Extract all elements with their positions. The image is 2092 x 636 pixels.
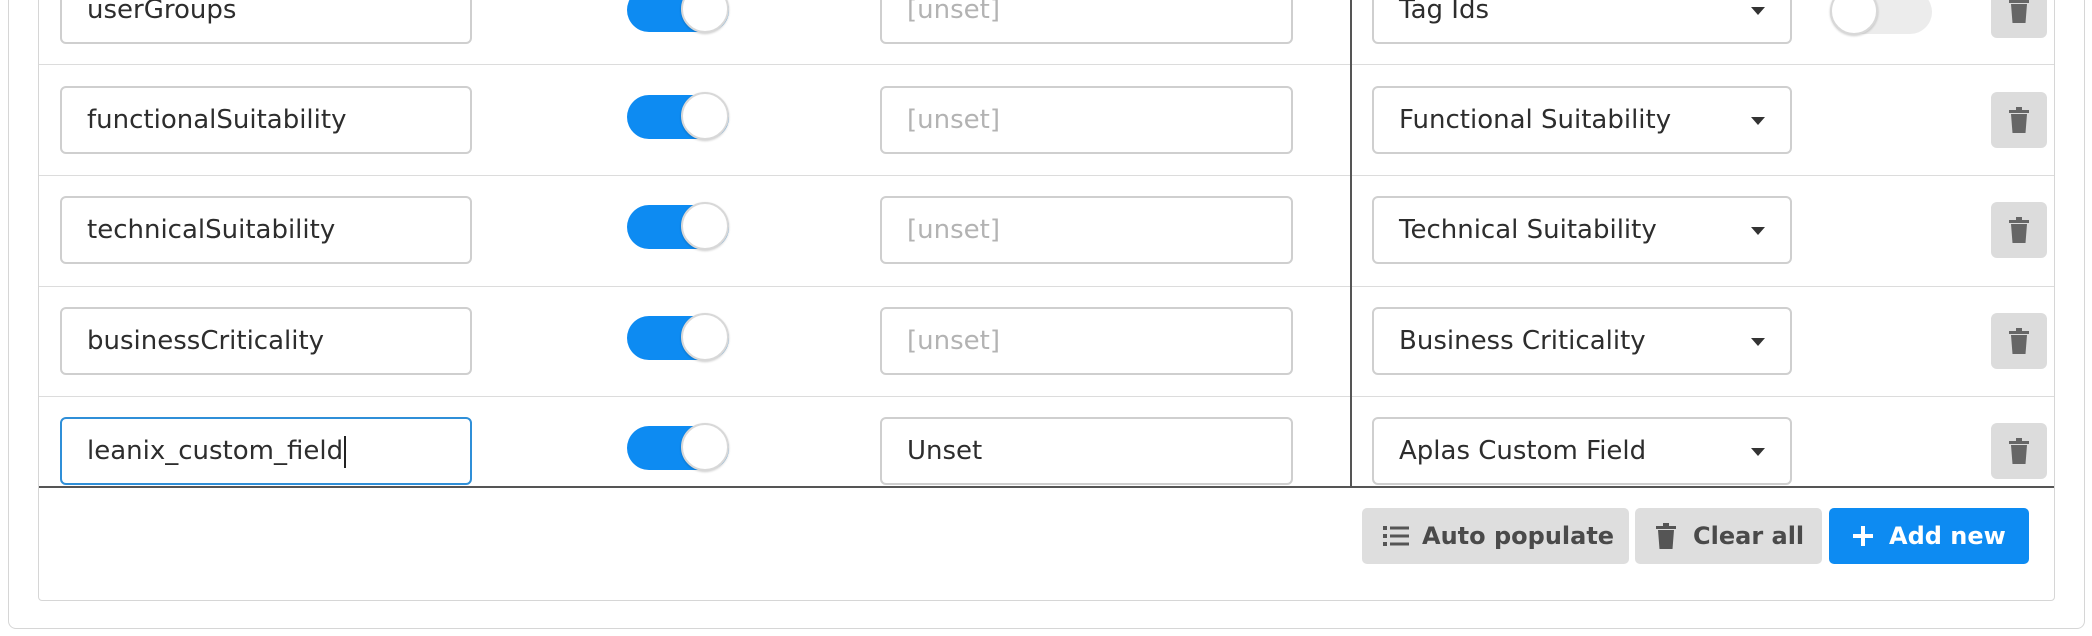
trash-icon [2009,217,2029,243]
enabled-toggle[interactable] [627,92,729,140]
target-field-value: Aplas Custom Field [1399,436,1647,466]
enabled-toggle[interactable] [627,0,729,33]
enabled-toggle[interactable] [627,423,729,471]
plus-icon [1853,526,1873,546]
delete-row-button[interactable] [1991,423,2047,479]
chevron-down-icon [1751,7,1765,15]
toggle-knob [681,202,729,250]
clear-all-button[interactable]: Clear all [1635,508,1822,564]
source-field-value: userGroups [87,0,237,25]
default-value-input[interactable]: [unset] [880,307,1293,375]
text-cursor [344,435,347,468]
default-value-placeholder: [unset] [907,326,1000,356]
default-value-placeholder: [unset] [907,215,1000,245]
target-field-select[interactable]: Technical Suitability [1372,196,1792,264]
target-field-select[interactable]: Business Criticality [1372,307,1792,375]
source-field-value: leanix_custom_field [87,436,344,466]
default-value-input[interactable]: Unset [880,417,1293,485]
mapping-row-businesscriticality: businessCriticality [unset] Business Cri… [39,286,2054,396]
default-value-placeholder: [unset] [907,105,1000,135]
delete-row-button[interactable] [1991,92,2047,148]
delete-row-button[interactable] [1991,202,2047,258]
chevron-down-icon [1751,227,1765,235]
toggle-knob [681,423,729,471]
add-new-label: Add new [1889,522,2006,550]
default-value-input[interactable]: [unset] [880,0,1293,44]
trash-icon [2009,328,2029,354]
default-value-placeholder: [unset] [907,0,1000,25]
toggle-knob [1830,0,1878,35]
column-divider [1350,0,1352,486]
source-field-input[interactable]: businessCriticality [60,307,472,375]
toggle-knob [681,0,729,33]
auto-populate-button[interactable]: Auto populate [1362,508,1629,564]
trash-icon [1656,523,1676,549]
target-field-value: Functional Suitability [1399,105,1672,135]
mapping-row-leanix-custom-field: leanix_custom_field Unset Aplas Custom F… [39,396,2054,506]
default-value-text: Unset [907,436,983,466]
clear-all-label: Clear all [1693,522,1805,550]
trash-icon [2009,0,2029,23]
source-field-value: technicalSuitability [87,215,336,245]
delete-row-button[interactable] [1991,313,2047,369]
target-field-select[interactable]: Functional Suitability [1372,86,1792,154]
source-field-value: businessCriticality [87,326,325,356]
source-field-input[interactable]: userGroups [60,0,472,44]
auto-populate-label: Auto populate [1422,522,1615,550]
source-field-input[interactable]: functionalSuitability [60,86,472,154]
chevron-down-icon [1751,448,1765,456]
target-field-select[interactable]: Tag Ids [1372,0,1792,44]
default-value-input[interactable]: [unset] [880,196,1293,264]
source-field-input[interactable]: leanix_custom_field [60,417,472,485]
target-field-value: Technical Suitability [1399,215,1657,245]
secondary-toggle[interactable] [1830,0,1932,35]
target-field-value: Tag Ids [1399,0,1489,25]
enabled-toggle[interactable] [627,202,729,250]
enabled-toggle[interactable] [627,313,729,361]
chevron-down-icon [1751,117,1765,125]
field-mapping-card: userGroups [unset] Tag Ids functionalSui… [38,0,2055,601]
target-field-value: Business Criticality [1399,326,1646,356]
mapping-row-usergroups: userGroups [unset] Tag Ids [39,0,2054,65]
toggle-knob [681,313,729,361]
chevron-down-icon [1751,338,1765,346]
default-value-input[interactable]: [unset] [880,86,1293,154]
target-field-select[interactable]: Aplas Custom Field [1372,417,1792,485]
list-icon [1383,526,1409,546]
toggle-knob [681,92,729,140]
mapping-row-technicalsuitability: technicalSuitability [unset] Technical S… [39,175,2054,285]
source-field-input[interactable]: technicalSuitability [60,196,472,264]
trash-icon [2009,107,2029,133]
mapping-row-functionalsuitability: functionalSuitability [unset] Functional… [39,65,2054,175]
delete-row-button[interactable] [1991,0,2047,38]
table-bottom-border [39,486,2054,488]
add-new-button[interactable]: Add new [1829,508,2029,564]
trash-icon [2009,438,2029,464]
source-field-value: functionalSuitability [87,105,347,135]
